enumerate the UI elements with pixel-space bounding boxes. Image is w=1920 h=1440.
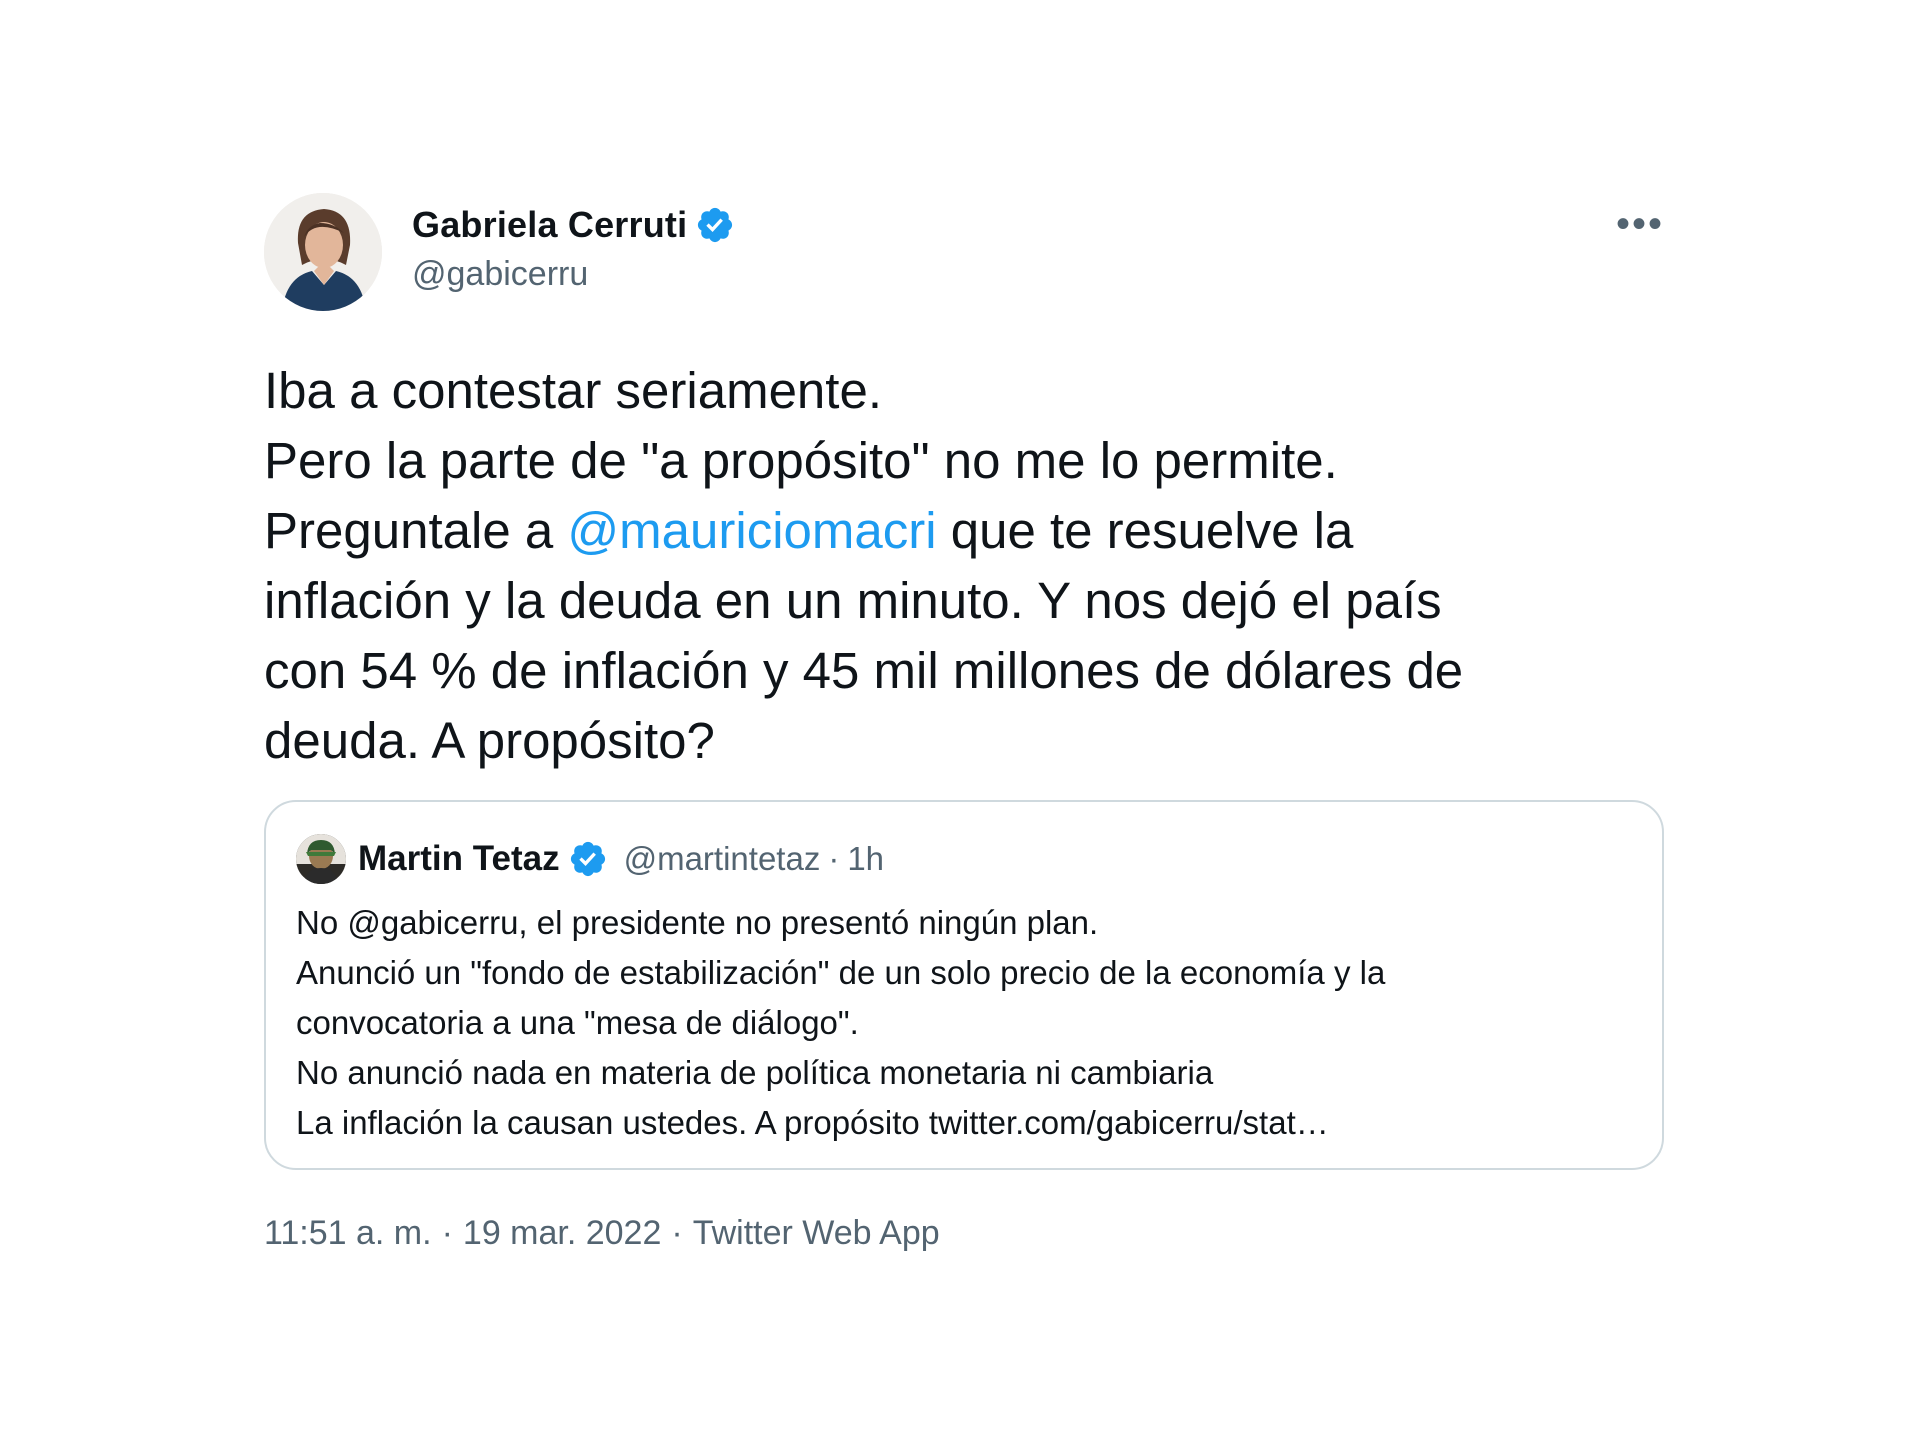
- tweet-line: Pero la parte de "a propósito" no me lo …: [264, 432, 1338, 489]
- author-handle[interactable]: @gabicerru: [412, 255, 588, 294]
- quoted-header: Martin Tetaz @martintetaz · 1h: [358, 834, 884, 884]
- quoted-tweet-card[interactable]: Martin Tetaz @martintetaz · 1h No @gabic…: [264, 800, 1664, 1170]
- tweet-line: Iba a contestar seriamente.: [264, 362, 883, 419]
- tweet-line: deuda. A propósito?: [264, 712, 715, 769]
- mention-link[interactable]: @mauriciomacri: [567, 502, 936, 559]
- tweet-line: inflación y la deuda en un minuto. Y nos…: [264, 572, 1442, 629]
- author-name-row: Gabriela Cerruti: [412, 203, 735, 247]
- tweet-source[interactable]: Twitter Web App: [693, 1214, 940, 1253]
- tweet-line: Preguntale a @mauriciomacri que te resue…: [264, 496, 1684, 566]
- meta-separator: ·: [671, 1214, 683, 1252]
- quoted-tweet-text: No @gabicerru, el presidente no presentó…: [296, 904, 1386, 1141]
- quoted-separator: ·: [828, 840, 840, 877]
- quoted-author-name[interactable]: Martin Tetaz: [358, 839, 560, 879]
- quoted-author-avatar[interactable]: [296, 834, 346, 884]
- quoted-timestamp[interactable]: 1h: [847, 840, 884, 878]
- tweet-time[interactable]: 11:51 a. m.: [264, 1214, 432, 1253]
- author-name[interactable]: Gabriela Cerruti: [412, 204, 687, 246]
- quoted-author-handle[interactable]: @martintetaz: [624, 840, 821, 878]
- verified-badge-icon: [698, 207, 733, 243]
- tweet-line-text: Preguntale a: [264, 502, 568, 559]
- more-options-icon[interactable]: •••: [1608, 200, 1672, 248]
- tweet-line: con 54 % de inflación y 45 mil millones …: [264, 642, 1464, 699]
- meta-separator: ·: [441, 1214, 453, 1252]
- tweet-date[interactable]: 19 mar. 2022: [463, 1214, 661, 1253]
- tweet-text: Iba a contestar seriamente. Pero la parte…: [264, 356, 1684, 776]
- author-avatar[interactable]: [264, 193, 382, 311]
- tweet-line-text: que te resuelve la: [936, 502, 1354, 559]
- tweet-metadata: 11:51 a. m. · 19 mar. 2022 · Twitter Web…: [264, 1214, 940, 1253]
- verified-badge-icon: [570, 841, 605, 877]
